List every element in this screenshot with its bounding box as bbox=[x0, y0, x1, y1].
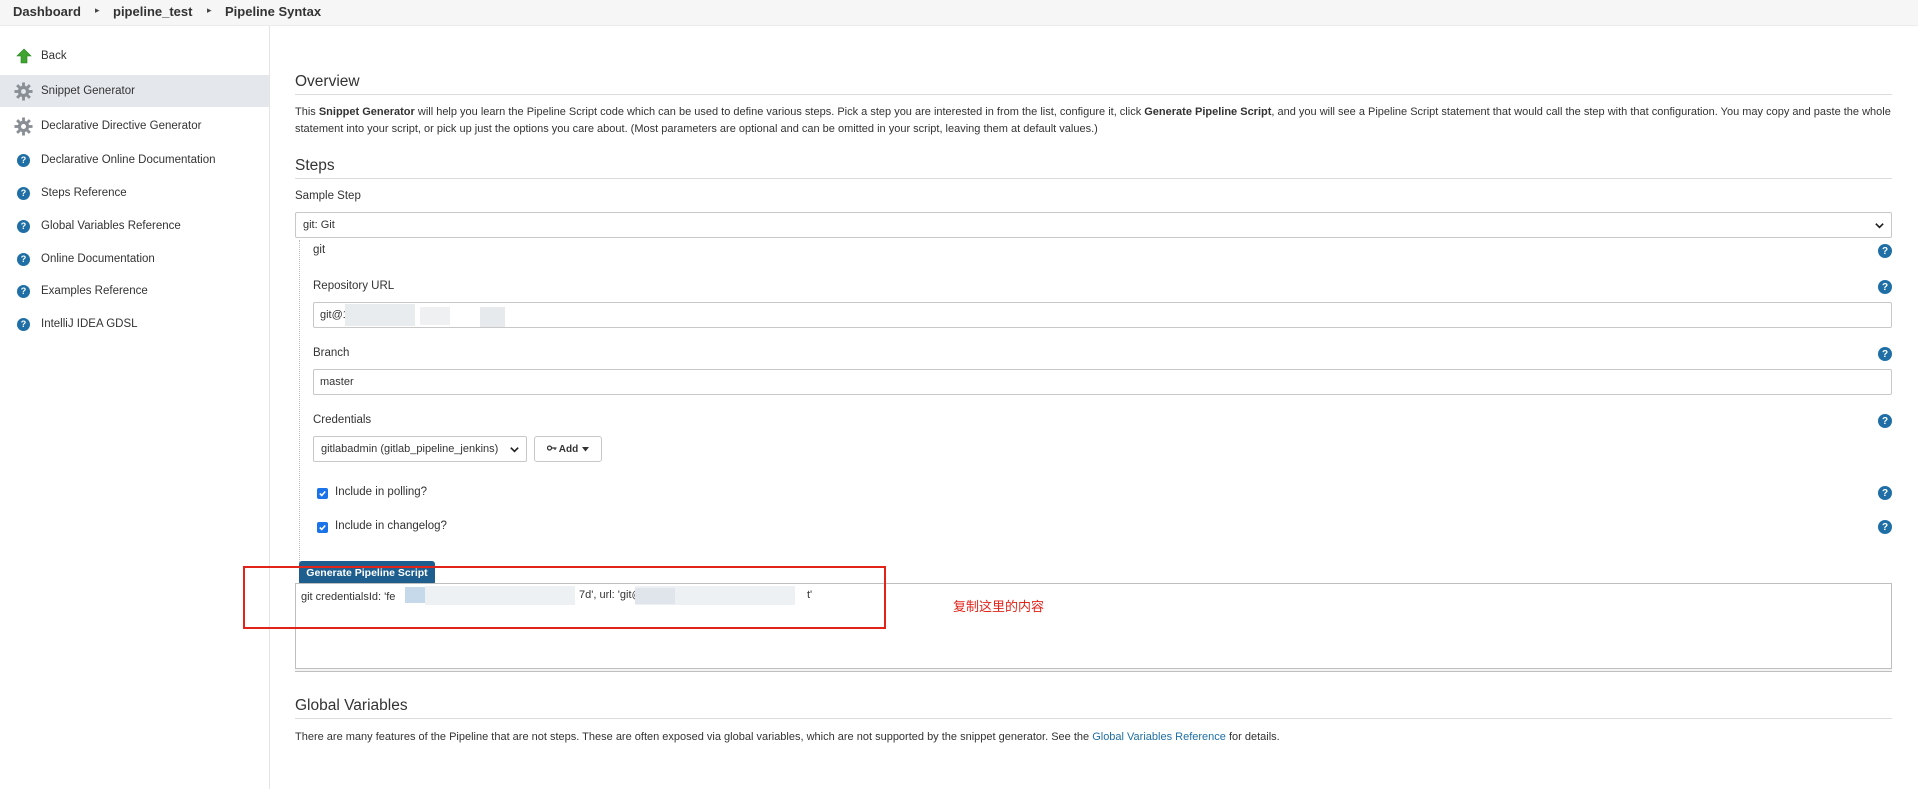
include-changelog-checkbox[interactable] bbox=[317, 522, 328, 533]
branch-value: master bbox=[320, 376, 354, 388]
repository-url-input[interactable]: git@1 bbox=[313, 302, 1892, 328]
gear-icon bbox=[14, 81, 33, 101]
overview-text: This Snippet Generator will help you lea… bbox=[295, 106, 1891, 135]
sidebar-item-intellij-gdsl[interactable]: ? IntelliJ IDEA GDSL bbox=[0, 308, 269, 340]
step-config-border bbox=[299, 240, 300, 562]
breadcrumb-separator: ▸ bbox=[95, 5, 100, 15]
credentials-select[interactable]: gitlabadmin (gitlab_pipeline_jenkins) bbox=[313, 436, 527, 462]
help-icon: ? bbox=[14, 151, 33, 170]
global-variables-reference-link[interactable]: Global Variables Reference bbox=[1092, 731, 1226, 743]
sample-step-value: git: Git bbox=[303, 219, 335, 231]
breadcrumb: Dashboard ▸ pipeline_test ▸ Pipeline Syn… bbox=[0, 0, 1918, 26]
caret-down-icon bbox=[582, 444, 590, 455]
help-icon[interactable]: ? bbox=[1878, 280, 1892, 294]
include-polling-checkbox[interactable] bbox=[317, 488, 328, 499]
help-icon: ? bbox=[14, 217, 33, 236]
help-icon[interactable]: ? bbox=[1878, 347, 1892, 361]
highlight-box bbox=[243, 566, 886, 629]
credentials-value: gitlabadmin (gitlab_pipeline_jenkins) bbox=[321, 443, 499, 455]
sidebar-item-label: Back bbox=[41, 50, 67, 62]
add-credentials-button[interactable]: Add bbox=[534, 436, 602, 462]
textarea-resize-bar[interactable] bbox=[295, 669, 1892, 672]
help-icon: ? bbox=[14, 184, 33, 203]
sidebar-item-snippet-generator[interactable]: Snippet Generator bbox=[0, 75, 269, 107]
help-icon: ? bbox=[14, 315, 33, 334]
sidebar-item-steps-reference[interactable]: ? Steps Reference bbox=[0, 177, 269, 209]
breadcrumb-pipeline-syntax[interactable]: Pipeline Syntax bbox=[225, 4, 321, 19]
global-variables-title: Global Variables bbox=[295, 697, 1892, 719]
sidebar-item-label: Snippet Generator bbox=[41, 85, 135, 97]
sidebar-item-declarative-online-docs[interactable]: ? Declarative Online Documentation bbox=[0, 144, 269, 176]
breadcrumb-pipeline-test[interactable]: pipeline_test bbox=[113, 4, 192, 19]
include-polling-label: Include in polling? bbox=[335, 486, 428, 498]
redaction bbox=[345, 304, 415, 326]
credentials-label: Credentials bbox=[313, 414, 372, 426]
breadcrumb-separator: ▸ bbox=[207, 5, 212, 15]
sidebar: Back Snippet Generator Declarative Direc… bbox=[0, 26, 270, 789]
chevron-down-icon bbox=[1874, 220, 1885, 234]
chevron-down-icon bbox=[509, 444, 520, 458]
help-icon[interactable]: ? bbox=[1878, 244, 1892, 258]
redaction bbox=[480, 307, 505, 327]
sidebar-item-label: Declarative Directive Generator bbox=[41, 120, 202, 132]
sample-step-label: Sample Step bbox=[295, 190, 361, 202]
help-icon[interactable]: ? bbox=[1878, 520, 1892, 534]
sidebar-item-online-documentation[interactable]: ? Online Documentation bbox=[0, 243, 269, 275]
repository-url-label: Repository URL bbox=[313, 280, 395, 292]
steps-title: Steps bbox=[295, 157, 1892, 179]
add-label: Add bbox=[558, 443, 579, 455]
sidebar-item-declarative-directive-generator[interactable]: Declarative Directive Generator bbox=[0, 110, 269, 142]
sidebar-item-examples-reference[interactable]: ? Examples Reference bbox=[0, 275, 269, 307]
include-changelog-label: Include in changelog? bbox=[335, 520, 447, 532]
sidebar-item-label: Declarative Online Documentation bbox=[41, 154, 216, 166]
sidebar-item-label: Online Documentation bbox=[41, 253, 155, 265]
sidebar-item-label: Examples Reference bbox=[41, 285, 148, 297]
branch-input[interactable]: master bbox=[313, 369, 1892, 395]
branch-label: Branch bbox=[313, 347, 350, 359]
help-icon[interactable]: ? bbox=[1878, 414, 1892, 428]
help-icon[interactable]: ? bbox=[1878, 486, 1892, 500]
sidebar-item-label: Global Variables Reference bbox=[41, 220, 181, 232]
sample-step-select[interactable]: git: Git bbox=[295, 212, 1892, 238]
global-variables-text: There are many features of the Pipeline … bbox=[295, 731, 1280, 743]
annotation-note: 复制这里的内容 bbox=[953, 600, 1045, 615]
arrow-up-icon bbox=[14, 47, 33, 66]
key-icon bbox=[546, 444, 557, 455]
gear-icon bbox=[14, 116, 33, 136]
overview-title: Overview bbox=[295, 73, 1892, 95]
sidebar-item-label: Steps Reference bbox=[41, 187, 127, 199]
sidebar-item-label: IntelliJ IDEA GDSL bbox=[41, 318, 138, 330]
help-icon: ? bbox=[14, 282, 33, 301]
sidebar-item-global-variables-reference[interactable]: ? Global Variables Reference bbox=[0, 210, 269, 242]
redaction bbox=[420, 307, 450, 325]
sidebar-item-back[interactable]: Back bbox=[0, 40, 269, 72]
breadcrumb-dashboard[interactable]: Dashboard bbox=[13, 4, 81, 19]
step-name: git bbox=[313, 244, 326, 256]
help-icon: ? bbox=[14, 250, 33, 269]
